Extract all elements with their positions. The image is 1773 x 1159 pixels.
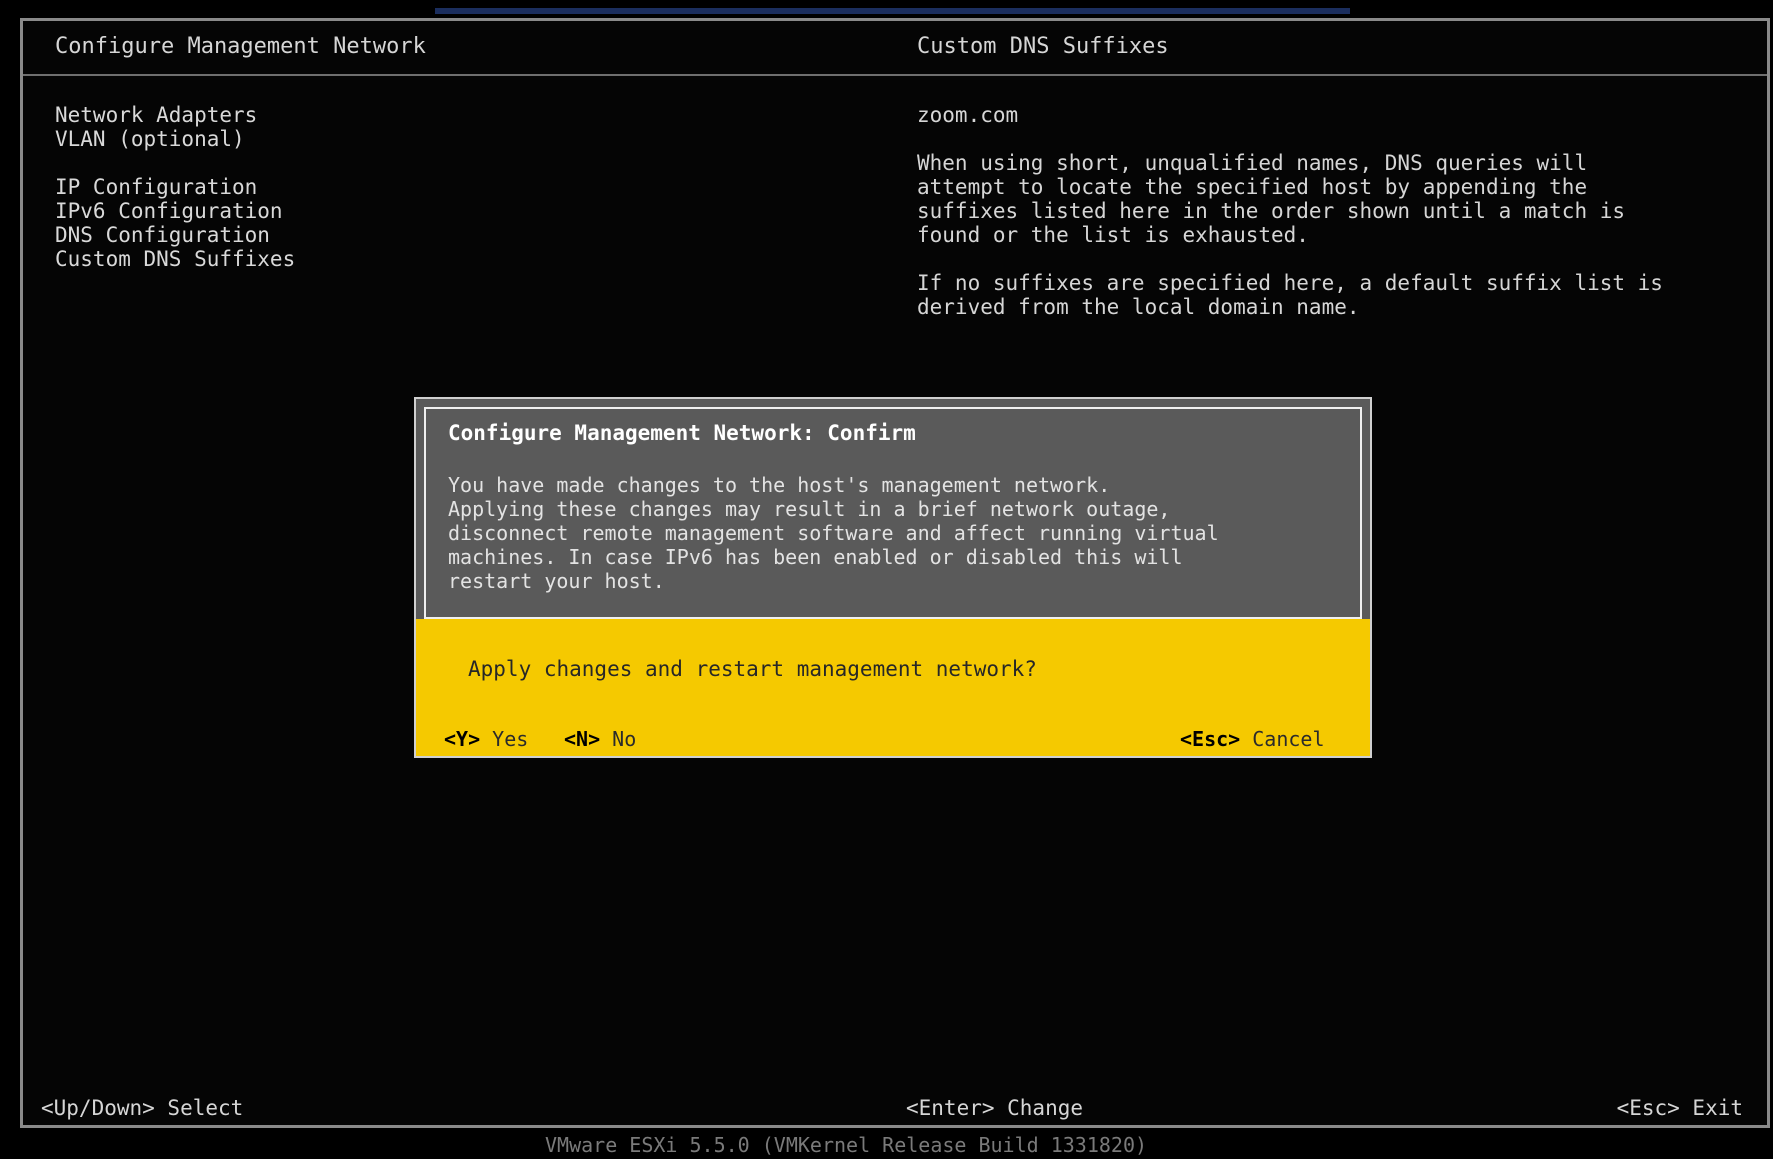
page-title: Configure Management Network	[55, 34, 426, 59]
cancel-label: Cancel	[1252, 727, 1325, 751]
configuration-menu: Network Adapters VLAN (optional) IP Conf…	[55, 103, 475, 271]
no-label: No	[612, 727, 637, 751]
panel-text-line: If no suffixes are specified here, a def…	[917, 271, 1663, 295]
dialog-message-line: restart your host.	[448, 569, 665, 593]
build-info: VMware ESXi 5.5.0 (VMKernel Release Buil…	[545, 1133, 1148, 1157]
dialog-action-panel: Apply changes and restart management net…	[416, 619, 1370, 756]
detail-title: Custom DNS Suffixes	[917, 34, 1169, 59]
dialog-title: Configure Management Network: Confirm	[448, 421, 916, 445]
detail-panel: zoom.com When using short, unqualified n…	[917, 103, 1747, 319]
footer-bar: <Up/Down> Select <Enter> Change <Esc> Ex…	[23, 1096, 1767, 1126]
menu-spacer	[55, 151, 475, 175]
panel-text-line: found or the list is exhausted.	[917, 223, 1309, 247]
yes-key: <Y>	[444, 727, 481, 751]
dialog-message-panel: Configure Management Network: Confirm Yo…	[424, 407, 1362, 619]
footer-exit-hint: <Esc> Exit	[1616, 1096, 1743, 1120]
yes-option[interactable]: <Y> Yes	[444, 727, 528, 751]
menu-item-custom-dns-suffixes[interactable]: Custom DNS Suffixes	[55, 247, 475, 271]
header-bar: Configure Management Network Custom DNS …	[23, 21, 1767, 76]
dialog-message-line: Applying these changes may result in a b…	[448, 497, 1171, 521]
dialog-message: You have made changes to the host's mana…	[448, 473, 1328, 593]
dns-suffix-value: zoom.com	[917, 103, 1019, 127]
dialog-message-line: disconnect remote management software an…	[448, 521, 1219, 545]
menu-item-vlan[interactable]: VLAN (optional)	[55, 127, 475, 151]
panel-text-line: When using short, unqualified names, DNS…	[917, 151, 1588, 175]
panel-text-line: attempt to locate the specified host by …	[917, 175, 1588, 199]
menu-item-ipv6-configuration[interactable]: IPv6 Configuration	[55, 199, 475, 223]
confirmation-question: Apply changes and restart management net…	[468, 657, 1037, 681]
dialog-message-line: machines. In case IPv6 has been enabled …	[448, 545, 1183, 569]
panel-text-line: derived from the local domain name.	[917, 295, 1360, 319]
no-option[interactable]: <N> No	[564, 727, 636, 751]
yes-label: Yes	[492, 727, 529, 751]
cancel-option[interactable]: <Esc> Cancel	[1180, 727, 1325, 751]
no-key: <N>	[564, 727, 601, 751]
top-accent-bar	[435, 8, 1350, 14]
panel-text-line: suffixes listed here in the order shown …	[917, 199, 1626, 223]
panel-spacer	[917, 127, 1747, 151]
cancel-key: <Esc>	[1180, 727, 1241, 751]
confirm-dialog: Configure Management Network: Confirm Yo…	[414, 397, 1372, 758]
menu-item-ip-configuration[interactable]: IP Configuration	[55, 175, 475, 199]
menu-item-dns-configuration[interactable]: DNS Configuration	[55, 223, 475, 247]
dialog-message-line: You have made changes to the host's mana…	[448, 473, 1111, 497]
footer-select-hint: <Up/Down> Select	[41, 1096, 244, 1120]
menu-item-network-adapters[interactable]: Network Adapters	[55, 103, 475, 127]
footer-change-hint: <Enter> Change	[906, 1096, 1084, 1120]
esxi-console-screen: Configure Management Network Custom DNS …	[0, 0, 1773, 1159]
panel-spacer	[917, 247, 1747, 271]
